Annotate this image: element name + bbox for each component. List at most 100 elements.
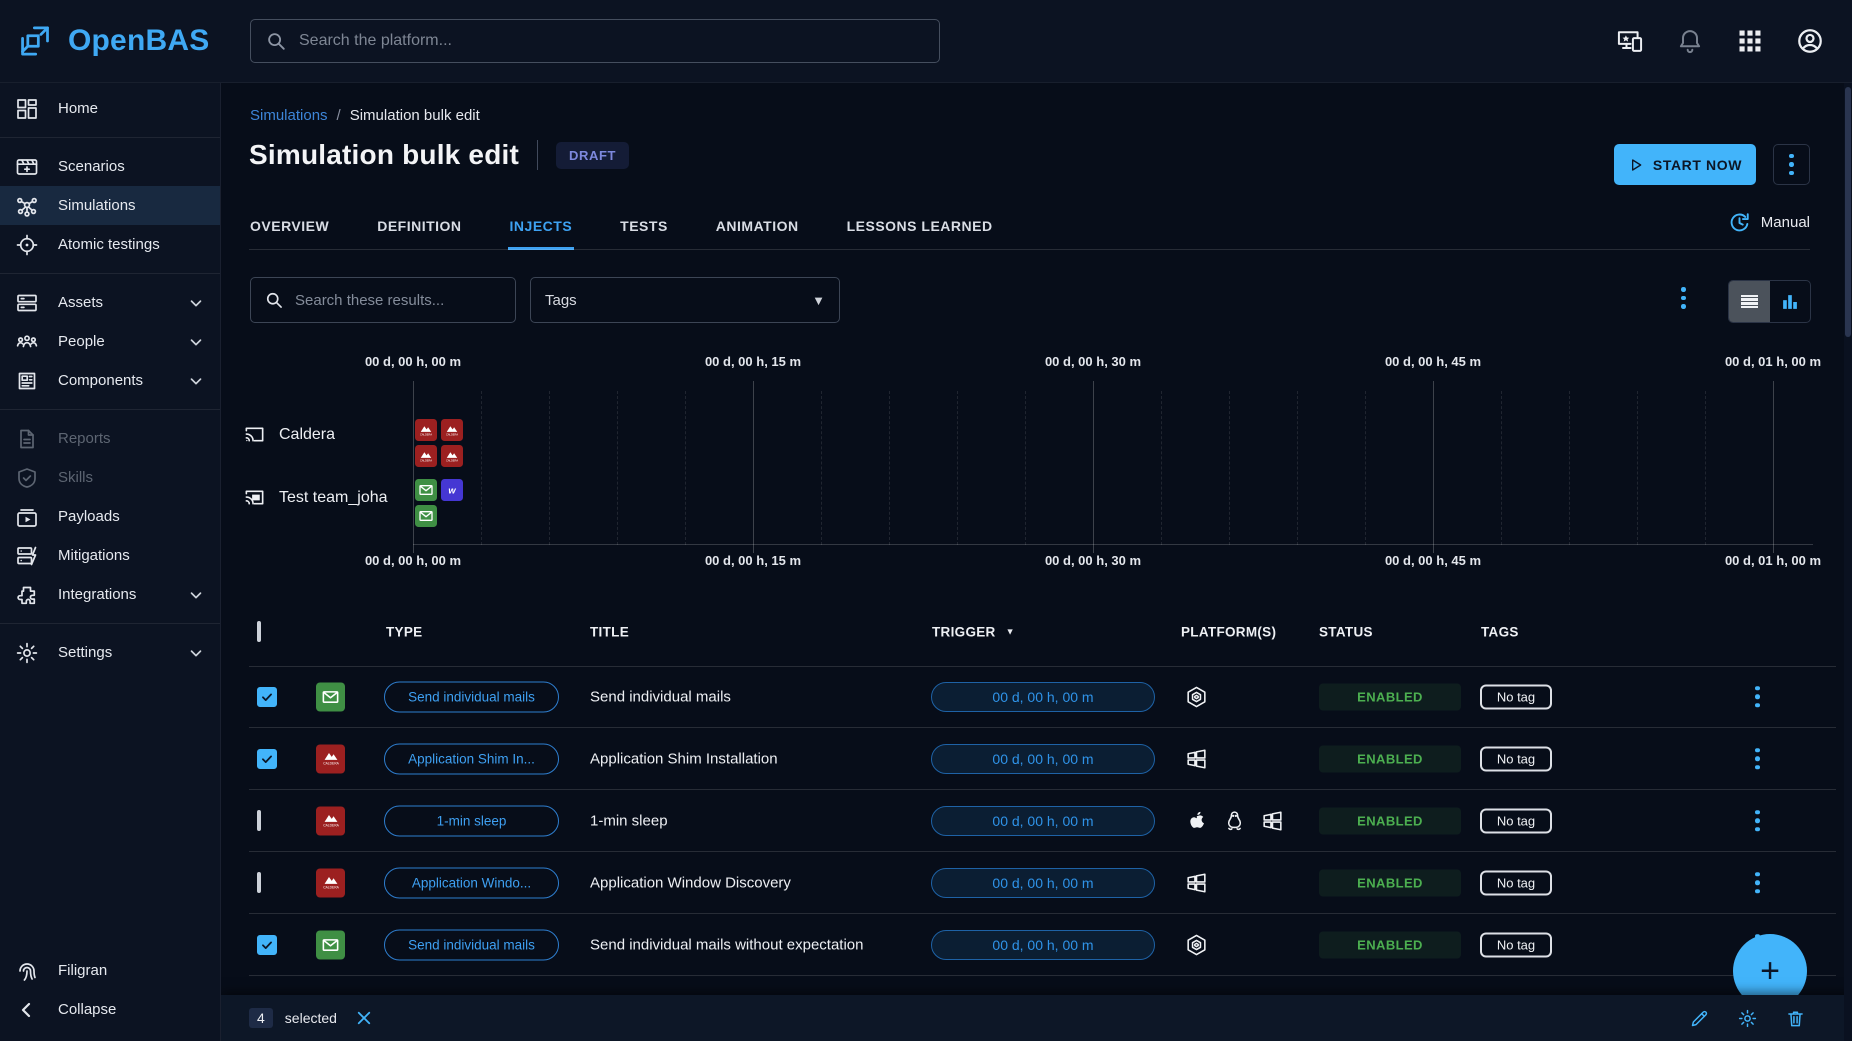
- chevron-down-icon[interactable]: [187, 644, 205, 662]
- sidebar-item-skills[interactable]: Skills: [0, 458, 220, 497]
- sidebar-item-settings[interactable]: Settings: [0, 633, 220, 672]
- platforms-cell: [1184, 808, 1285, 833]
- status-badge: ENABLED: [1319, 683, 1461, 710]
- timeline-inject-email[interactable]: [415, 479, 437, 501]
- chevron-left-icon: [15, 998, 39, 1022]
- start-now-button[interactable]: START NOW: [1614, 144, 1756, 185]
- header-more-button[interactable]: [1773, 144, 1810, 185]
- tags-filter-select[interactable]: Tags ▼: [530, 277, 840, 323]
- timeline-inject-caldera[interactable]: CALDERA: [415, 445, 437, 467]
- tag-chip: No tag: [1480, 684, 1552, 709]
- row-checkbox[interactable]: [257, 874, 261, 892]
- chevron-down-icon[interactable]: [187, 333, 205, 351]
- sidebar-item-label: Scenarios: [58, 158, 125, 175]
- breadcrumb: Simulations / Simulation bulk edit: [250, 107, 480, 124]
- results-search[interactable]: [250, 277, 516, 323]
- update-mode[interactable]: Manual: [1728, 211, 1810, 234]
- row-menu-button[interactable]: [1755, 686, 1760, 708]
- sidebar-footer: Filigran Collapse: [0, 951, 220, 1041]
- clear-selection-icon[interactable]: [355, 1009, 373, 1027]
- timeline-inject-caldera[interactable]: CALDERA: [441, 445, 463, 467]
- hub-icon: [15, 194, 39, 218]
- timeline-gridline-minor: [957, 391, 958, 545]
- row-checkbox[interactable]: [257, 935, 277, 955]
- delete-icon[interactable]: [1785, 1008, 1806, 1029]
- timeline-tick-top: 00 d, 00 h, 00 m: [365, 354, 461, 369]
- sidebar-item-simulations[interactable]: Simulations: [0, 186, 220, 225]
- account-icon[interactable]: [1796, 27, 1824, 55]
- timeline-inject-caldera[interactable]: CALDERA: [441, 419, 463, 441]
- sidebar-item-mitigations[interactable]: Mitigations: [0, 536, 220, 575]
- timeline-inject-caldera[interactable]: CALDERA: [415, 419, 437, 441]
- row-checkbox[interactable]: [257, 812, 261, 830]
- column-header-platforms[interactable]: PLATFORM(S): [1181, 625, 1276, 640]
- sidebar-item-atomic-testings[interactable]: Atomic testings: [0, 225, 220, 264]
- update-settings-icon[interactable]: [1737, 1008, 1758, 1029]
- selection-bar: 4 selected: [221, 995, 1852, 1041]
- column-header-trigger[interactable]: TRIGGER▼: [932, 625, 1015, 640]
- column-header-status[interactable]: STATUS: [1319, 625, 1373, 640]
- breadcrumb-simulations-link[interactable]: Simulations: [250, 107, 328, 124]
- start-now-label: START NOW: [1653, 157, 1742, 173]
- sidebar-item-assets[interactable]: Assets: [0, 283, 220, 322]
- tab-lessons-learned[interactable]: LESSONS LEARNED: [847, 201, 993, 250]
- sidebar-item-reports[interactable]: Reports: [0, 419, 220, 458]
- tab-tests[interactable]: TESTS: [620, 201, 668, 250]
- sidebar-item-label: Integrations: [58, 586, 136, 603]
- row-menu-button[interactable]: [1755, 810, 1760, 832]
- sidebar-item-label: Reports: [58, 430, 111, 447]
- distribution-view-button[interactable]: [1770, 281, 1811, 322]
- row-menu-button[interactable]: [1755, 872, 1760, 894]
- page-title: Simulation bulk edit: [249, 139, 519, 171]
- table-row[interactable]: CALDERA Application Shim In... Applicati…: [249, 728, 1836, 790]
- row-menu-button[interactable]: [1755, 748, 1760, 770]
- chevron-down-icon[interactable]: [187, 294, 205, 312]
- chevron-down-icon[interactable]: [187, 586, 205, 604]
- table-row[interactable]: Send individual mails Send individual ma…: [249, 914, 1836, 976]
- list-options-button[interactable]: [1681, 287, 1686, 309]
- timeline-tick-bottom: 00 d, 01 h, 00 m: [1725, 553, 1821, 568]
- apps-grid-icon[interactable]: [1736, 27, 1764, 55]
- sidebar-item-filigran[interactable]: Filigran: [0, 951, 220, 990]
- timeline-tick-bottom: 00 d, 00 h, 45 m: [1385, 553, 1481, 568]
- select-all-checkbox[interactable]: [257, 623, 261, 641]
- row-checkbox[interactable]: [257, 687, 277, 707]
- inject-type-chip: 1-min sleep: [384, 805, 559, 836]
- timeline-inject-media[interactable]: w: [441, 479, 463, 501]
- list-view-button[interactable]: [1729, 281, 1770, 322]
- sidebar-item-home[interactable]: Home: [0, 89, 220, 128]
- column-header-title[interactable]: TITLE: [590, 625, 629, 640]
- sidebar-item-people[interactable]: People: [0, 322, 220, 361]
- inject-title: Send individual mails without expectatio…: [590, 936, 864, 953]
- tab-injects[interactable]: INJECTS: [510, 201, 573, 250]
- notifications-icon[interactable]: [1676, 27, 1704, 55]
- timeline-tick-top: 00 d, 00 h, 30 m: [1045, 354, 1141, 369]
- timeline-gridline-major: [753, 381, 754, 553]
- global-search[interactable]: [250, 19, 940, 63]
- column-header-tags[interactable]: TAGS: [1481, 625, 1519, 640]
- table-row[interactable]: CALDERA 1-min sleep 1-min sleep 00 d, 00…: [249, 790, 1836, 852]
- sidebar-item-integrations[interactable]: Integrations: [0, 575, 220, 614]
- devices-icon[interactable]: [1616, 27, 1644, 55]
- svg-text:CALDERA: CALDERA: [323, 885, 339, 889]
- global-search-input[interactable]: [299, 32, 925, 50]
- column-header-type[interactable]: TYPE: [386, 625, 422, 640]
- chevron-down-icon[interactable]: [187, 372, 205, 390]
- tab-overview[interactable]: OVERVIEW: [250, 201, 329, 250]
- sidebar-divider: [0, 409, 220, 410]
- scrollbar-thumb[interactable]: [1845, 87, 1851, 337]
- sidebar-collapse-button[interactable]: Collapse: [0, 990, 220, 1029]
- timeline-inject-email[interactable]: [415, 505, 437, 527]
- edit-icon[interactable]: [1689, 1008, 1710, 1029]
- tab-definition[interactable]: DEFINITION: [377, 201, 461, 250]
- cast-connected-icon: [243, 486, 266, 509]
- sidebar-item-scenarios[interactable]: Scenarios: [0, 147, 220, 186]
- table-row[interactable]: Send individual mails Send individual ma…: [249, 666, 1836, 728]
- tab-animation[interactable]: ANIMATION: [716, 201, 799, 250]
- results-search-input[interactable]: [295, 292, 502, 309]
- sidebar-item-payloads[interactable]: Payloads: [0, 497, 220, 536]
- openbas-logo[interactable]: OpenBAS: [0, 20, 221, 62]
- row-checkbox[interactable]: [257, 749, 277, 769]
- table-row[interactable]: CALDERA Application Windo... Application…: [249, 852, 1836, 914]
- sidebar-item-components[interactable]: Components: [0, 361, 220, 400]
